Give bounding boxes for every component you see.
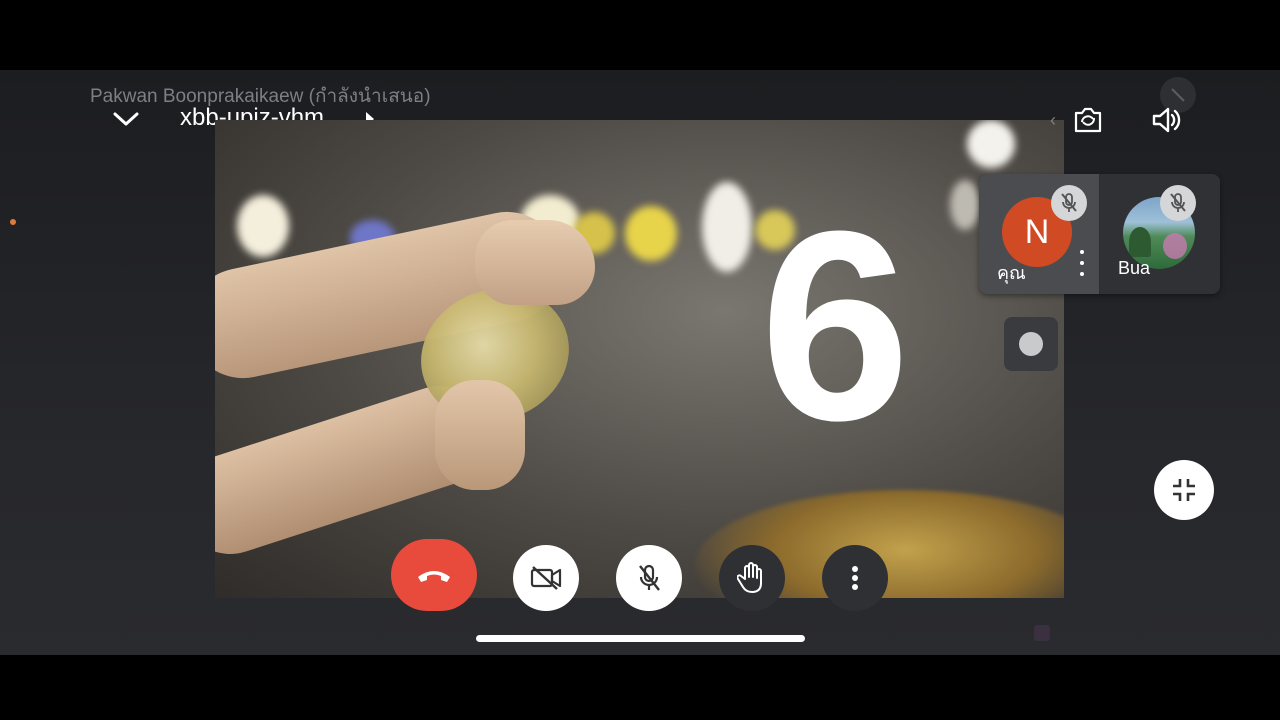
record-dot-icon (1019, 332, 1043, 356)
status-dot (10, 219, 16, 225)
pip-button[interactable] (1004, 317, 1058, 371)
mic-off-icon (1051, 185, 1087, 221)
end-call-button[interactable] (391, 539, 477, 611)
participant-tile-bua[interactable]: Bua (1100, 174, 1220, 294)
bokeh-light (967, 120, 1015, 168)
more-vertical-icon (852, 566, 858, 590)
hand (475, 220, 595, 305)
switch-camera-button[interactable] (1068, 100, 1108, 140)
bokeh-light (625, 206, 677, 261)
camera-off-icon (530, 566, 562, 590)
exit-fullscreen-icon (1173, 479, 1195, 501)
speaker-icon (1152, 107, 1181, 133)
collapse-button[interactable] (108, 103, 144, 135)
home-indicator[interactable] (476, 635, 805, 642)
participant-name: คุณ (997, 263, 1026, 283)
countdown-number: 6 (760, 176, 911, 477)
bokeh-light (950, 180, 980, 230)
hand-icon (737, 562, 762, 593)
chevron-left-icon[interactable]: ‹ (1050, 110, 1056, 131)
mic-toggle-button[interactable] (616, 545, 682, 611)
app-icon (1034, 625, 1050, 641)
participant-tile-self[interactable]: N คุณ (979, 174, 1099, 294)
presentation-video: 6 (215, 120, 1064, 598)
more-options-button[interactable] (822, 545, 888, 611)
exit-fullscreen-button[interactable] (1154, 460, 1214, 520)
hang-up-icon (418, 571, 450, 582)
participant-name: Bua (1118, 258, 1151, 278)
mic-off-icon (1160, 185, 1196, 221)
bokeh-light (237, 195, 289, 257)
bokeh-light (702, 182, 752, 272)
raise-hand-button[interactable] (719, 545, 785, 611)
more-vertical-icon[interactable] (1075, 250, 1089, 276)
audio-output-button[interactable] (1146, 100, 1186, 140)
hand (435, 380, 525, 490)
participant-tiles: N คุณ Bua (979, 174, 1220, 294)
camera-switch-icon (1074, 107, 1102, 133)
mic-off-icon (639, 564, 660, 591)
camera-toggle-button[interactable] (513, 545, 579, 611)
chevron-down-icon (113, 112, 139, 126)
